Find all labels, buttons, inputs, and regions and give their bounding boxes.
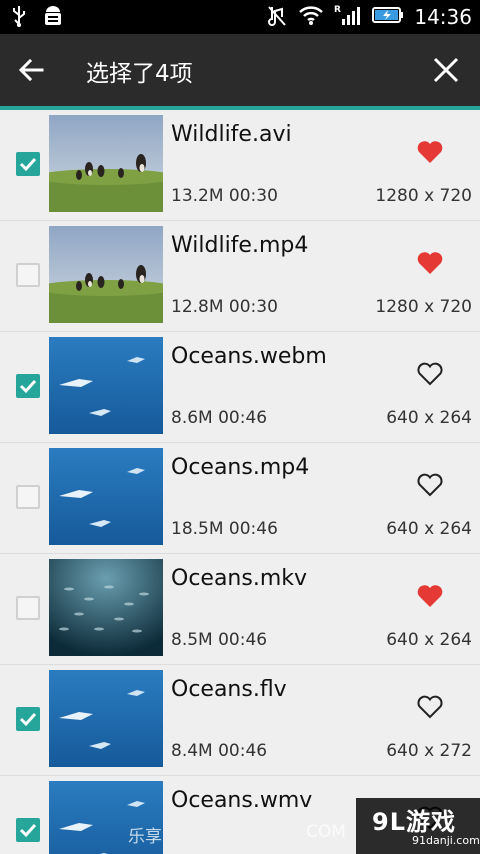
favorite-icon[interactable] xyxy=(416,694,444,720)
battery-charging-icon xyxy=(372,5,404,29)
video-thumbnail xyxy=(49,226,163,323)
video-size-duration: 18.5M 00:46 xyxy=(171,519,278,539)
video-resolution: 640 x 272 xyxy=(386,741,472,761)
check-icon xyxy=(19,157,37,172)
video-resolution: 640 x 264 xyxy=(386,408,472,428)
video-size-duration: 12.8M 00:30 xyxy=(171,297,278,317)
video-thumbnail xyxy=(49,115,163,212)
video-name: Oceans.flv xyxy=(171,677,287,702)
select-checkbox[interactable] xyxy=(16,707,40,731)
video-thumbnail xyxy=(49,559,163,656)
video-row[interactable]: Wildlife.avi 13.2M 00:30 1280 x 720 xyxy=(0,110,480,221)
svg-text:R: R xyxy=(334,5,341,15)
watermark-text: 乐享 xyxy=(128,827,162,847)
select-checkbox[interactable] xyxy=(16,263,40,287)
video-size-duration: 8.4M 00:46 xyxy=(171,741,268,761)
heart-outline-icon xyxy=(417,695,443,719)
video-name: Oceans.mkv xyxy=(171,566,308,591)
video-name: Wildlife.avi xyxy=(171,122,292,147)
action-bar: 选择了4项 xyxy=(0,34,480,110)
heart-outline-icon xyxy=(417,473,443,497)
video-size-duration: 8.6M 00:46 xyxy=(171,408,268,428)
video-size-duration: 8.5M 00:46 xyxy=(171,630,268,650)
favorite-icon[interactable] xyxy=(416,472,444,498)
favorite-icon[interactable] xyxy=(416,139,444,165)
status-time: 14:36 xyxy=(414,5,472,29)
check-icon xyxy=(19,823,37,838)
check-icon xyxy=(19,379,37,394)
video-thumbnail xyxy=(49,670,163,767)
video-resolution: 1280 x 720 xyxy=(375,186,472,206)
heart-outline-icon xyxy=(417,362,443,386)
close-button[interactable] xyxy=(426,50,466,90)
heart-filled-icon xyxy=(417,585,443,607)
mute-icon xyxy=(266,3,288,31)
select-checkbox[interactable] xyxy=(16,596,40,620)
heart-filled-icon xyxy=(417,252,443,274)
video-thumbnail xyxy=(49,448,163,545)
video-size-duration: 13.2M 00:30 xyxy=(171,186,278,206)
select-checkbox[interactable] xyxy=(16,152,40,176)
back-button[interactable] xyxy=(12,50,52,90)
video-row[interactable]: Oceans.mkv 8.5M 00:46 640 x 264 xyxy=(0,554,480,665)
android-debug-icon xyxy=(42,4,64,32)
video-resolution: 640 x 264 xyxy=(386,519,472,539)
wifi-icon xyxy=(298,4,324,30)
watermark-logo: 9L游戏 xyxy=(372,808,456,836)
video-row[interactable]: Oceans.webm 8.6M 00:46 640 x 264 xyxy=(0,332,480,443)
favorite-icon[interactable] xyxy=(416,361,444,387)
close-icon xyxy=(433,57,459,83)
selection-title: 选择了4项 xyxy=(86,61,193,87)
video-row[interactable]: Wildlife.mp4 12.8M 00:30 1280 x 720 xyxy=(0,221,480,332)
select-checkbox[interactable] xyxy=(16,485,40,509)
video-resolution: 1280 x 720 xyxy=(375,297,472,317)
video-name: Oceans.mp4 xyxy=(171,455,310,480)
video-name: Oceans.wmv xyxy=(171,788,313,813)
video-row[interactable]: Oceans.mp4 18.5M 00:46 640 x 264 xyxy=(0,443,480,554)
video-thumbnail xyxy=(49,337,163,434)
select-checkbox[interactable] xyxy=(16,374,40,398)
select-checkbox[interactable] xyxy=(16,818,40,842)
arrow-left-icon xyxy=(18,58,44,82)
check-icon xyxy=(19,712,37,727)
watermark-url: 91danji.com xyxy=(412,834,480,847)
video-resolution: 640 x 264 xyxy=(386,630,472,650)
video-name: Wildlife.mp4 xyxy=(171,233,309,258)
usb-icon xyxy=(10,4,28,32)
video-list: Wildlife.avi 13.2M 00:30 1280 x 720 Wild… xyxy=(0,110,480,854)
status-bar: R 14:36 xyxy=(0,0,480,34)
watermark-text: COM xyxy=(306,822,346,842)
signal-icon: R xyxy=(334,3,362,31)
video-row[interactable]: Oceans.flv 8.4M 00:46 640 x 272 xyxy=(0,665,480,776)
favorite-icon[interactable] xyxy=(416,583,444,609)
favorite-icon[interactable] xyxy=(416,250,444,276)
video-name: Oceans.webm xyxy=(171,344,327,369)
heart-filled-icon xyxy=(417,141,443,163)
